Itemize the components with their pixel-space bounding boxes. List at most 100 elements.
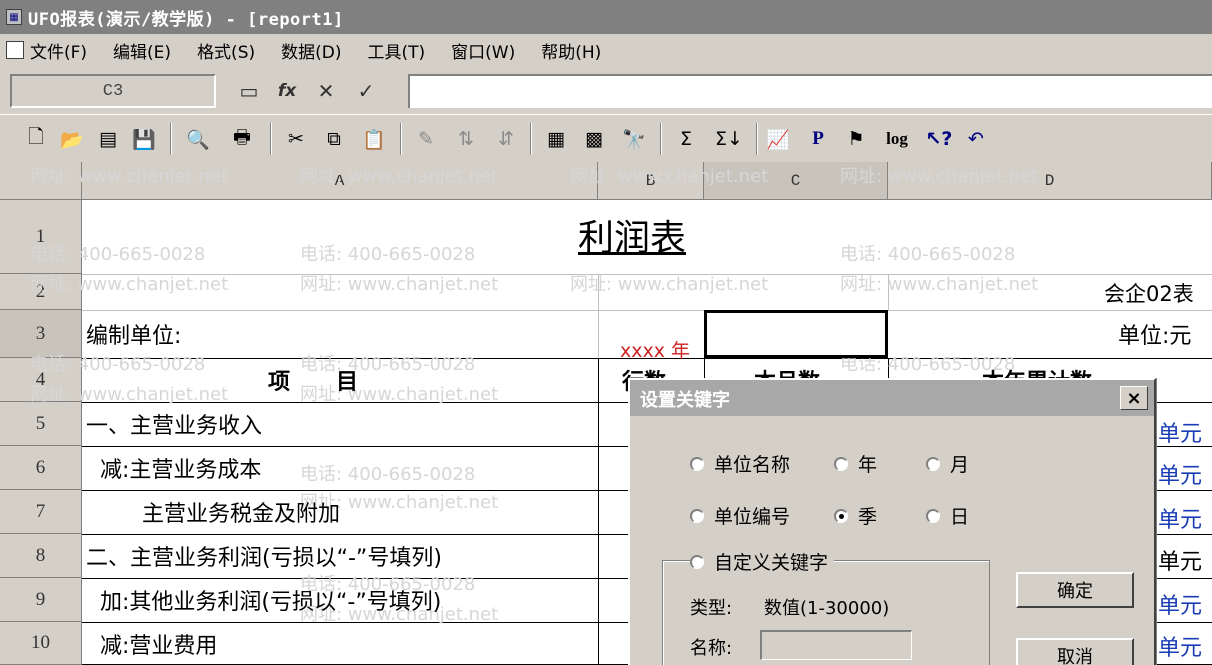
save-icon[interactable]: 💾 xyxy=(130,125,158,153)
header-item[interactable]: 项 目 xyxy=(268,362,358,398)
paste-icon[interactable]: 📋 xyxy=(360,125,388,153)
type-value: 数值(1-30000) xyxy=(764,598,890,619)
function-wizard-icon[interactable]: ▭ xyxy=(234,78,264,104)
chart-icon[interactable]: 📈 xyxy=(764,125,792,153)
document-icon[interactable] xyxy=(6,41,24,59)
radio-button-icon xyxy=(926,508,940,523)
item-row-10[interactable]: 减:营业费用 xyxy=(86,626,217,662)
table-icon[interactable]: ▦ xyxy=(542,125,570,153)
table-border xyxy=(598,358,599,665)
radio-day[interactable]: 日 xyxy=(926,502,969,529)
toolbar-separator xyxy=(270,123,272,155)
app-icon: ▦ xyxy=(6,9,22,25)
selected-cell-c3[interactable] xyxy=(704,310,888,358)
row-header-6[interactable]: 6 xyxy=(0,446,82,490)
cancel-edit-icon[interactable]: ✕ xyxy=(312,78,340,104)
sort-asc-icon[interactable]: ⇅ xyxy=(452,125,480,153)
row-header-7[interactable]: 7 xyxy=(0,490,82,534)
radio-button-icon xyxy=(690,456,704,471)
item-row-6[interactable]: 减:主营业务成本 xyxy=(86,450,261,486)
log-icon[interactable]: log xyxy=(880,125,914,153)
unit-cell-d5[interactable]: 单元 xyxy=(1158,414,1202,450)
find-icon[interactable]: 🔭 xyxy=(620,125,648,153)
radio-button-icon xyxy=(834,456,848,471)
toolbar-separator xyxy=(660,123,662,155)
watermark-site: 网址: www.chanjet.net xyxy=(30,274,229,295)
toolbar: 🗋 📂 ▤ 💾 🔍 🖶 ✂ ⧉ 📋 ✎ ⇅ ⇵ ▦ ▩ 🔭 Σ Σ↓ 📈 P ⚑… xyxy=(0,114,1212,162)
close-icon[interactable]: × xyxy=(1120,386,1148,410)
copy-icon[interactable]: ⧉ xyxy=(320,125,348,153)
flag-icon[interactable]: ⚑ xyxy=(842,125,870,153)
undo-icon[interactable]: ↶ xyxy=(962,125,990,153)
watermark-phone: 电话: 400-665-0028 xyxy=(300,464,476,485)
new-icon[interactable]: 🗋 xyxy=(22,125,50,153)
item-row-8[interactable]: 二、主营业务利润(亏损以“-”号填列) xyxy=(86,538,442,574)
fx-icon[interactable]: fx xyxy=(274,78,300,104)
radio-label: 季 xyxy=(858,506,878,528)
menu-file[interactable]: 文件(F) xyxy=(30,38,87,63)
watermark-site: 网址: www.chanjet.net xyxy=(30,166,229,187)
row-header-10[interactable]: 10 xyxy=(0,622,82,665)
radio-button-icon xyxy=(926,456,940,471)
menu-help[interactable]: 帮助(H) xyxy=(541,38,601,63)
year-keyword[interactable]: xxxx 年 xyxy=(620,334,690,364)
radio-unit-name[interactable]: 单位名称 xyxy=(690,450,790,477)
menu-bar: 文件(F) 编辑(E) 格式(S) 数据(D) 工具(T) 窗口(W) 帮助(H… xyxy=(0,34,1212,66)
row-header-5[interactable]: 5 xyxy=(0,402,82,446)
radio-year[interactable]: 年 xyxy=(834,450,877,477)
title-bar: ▦ UFO报表(演示/教学版) - [report1] xyxy=(0,0,1212,34)
radio-label: 日 xyxy=(950,506,970,528)
item-row-7[interactable]: 主营业务税金及附加 xyxy=(86,494,340,530)
watermark-phone: 电话: 400-665-0028 xyxy=(30,244,206,265)
item-row-9[interactable]: 加:其他业务利润(亏损以“-”号填列) xyxy=(86,582,441,618)
radio-button-icon xyxy=(690,508,704,523)
form-number[interactable]: 会企02表 xyxy=(1104,278,1194,308)
toolbar-separator xyxy=(530,123,532,155)
watermark-site: 网址: www.chanjet.net xyxy=(840,274,1039,295)
document-icon[interactable]: ▤ xyxy=(94,125,122,153)
ok-button[interactable]: 确定 xyxy=(1016,572,1134,608)
help-pointer-icon[interactable]: ↖? xyxy=(922,125,956,153)
window-title: UFO报表(演示/教学版) - [report1] xyxy=(28,9,344,30)
sum-down-icon[interactable]: Σ↓ xyxy=(712,125,746,153)
unit-cell-d10[interactable]: 单元 xyxy=(1158,628,1202,664)
cell-reference-box[interactable]: C3 xyxy=(10,74,216,108)
item-row-5[interactable]: 一、主营业务收入 xyxy=(86,406,262,442)
radio-unit-code[interactable]: 单位编号 xyxy=(690,502,790,529)
row-header-9[interactable]: 9 xyxy=(0,578,82,622)
watermark-site: 网址: www.chanjet.net xyxy=(300,166,499,187)
formula-input[interactable] xyxy=(408,74,1212,108)
menu-tools[interactable]: 工具(T) xyxy=(367,38,425,63)
grid-icon[interactable]: ▩ xyxy=(580,125,608,153)
unit-cell-d9[interactable]: 单元 xyxy=(1158,586,1202,622)
p-icon[interactable]: P xyxy=(804,125,832,153)
radio-month[interactable]: 月 xyxy=(926,450,969,477)
open-icon[interactable]: 📂 xyxy=(58,125,86,153)
currency-unit[interactable]: 单位:元 xyxy=(1118,316,1191,352)
report-title[interactable]: 利润表 xyxy=(578,210,686,260)
unit-cell-d7[interactable]: 单元 xyxy=(1158,500,1202,536)
radio-quarter[interactable]: 季 xyxy=(834,502,877,529)
menu-format[interactable]: 格式(S) xyxy=(197,38,255,63)
unit-cell-d6[interactable]: 单元 xyxy=(1158,456,1202,492)
row-header-8[interactable]: 8 xyxy=(0,534,82,578)
watermark-phone: 电话: 400-665-0028 xyxy=(840,244,1016,265)
confirm-edit-icon[interactable]: ✓ xyxy=(352,78,380,104)
cancel-button[interactable]: 取消 xyxy=(1016,638,1134,665)
watermark-site: 网址: www.chanjet.net xyxy=(570,274,769,295)
menu-data[interactable]: 数据(D) xyxy=(281,38,341,63)
cut-icon[interactable]: ✂ xyxy=(282,125,310,153)
print-preview-icon[interactable]: 🔍 xyxy=(184,125,212,153)
unit-cell-d8[interactable]: 单元 xyxy=(1158,542,1202,578)
menu-edit[interactable]: 编辑(E) xyxy=(113,38,171,63)
menu-window[interactable]: 窗口(W) xyxy=(451,38,515,63)
print-icon[interactable]: 🖶 xyxy=(228,125,256,153)
sum-icon[interactable]: Σ xyxy=(672,125,700,153)
format-painter-icon[interactable]: ✎ xyxy=(412,125,440,153)
sort-desc-icon[interactable]: ⇵ xyxy=(492,125,520,153)
watermark-site: 网址: www.chanjet.net xyxy=(570,166,769,187)
company-label[interactable]: 编制单位: xyxy=(86,316,181,352)
radio-custom-keyword[interactable]: 自定义关键字 xyxy=(690,548,835,575)
dialog-title-bar[interactable]: 设置关键字 × xyxy=(630,380,1154,416)
name-input[interactable] xyxy=(760,630,912,660)
